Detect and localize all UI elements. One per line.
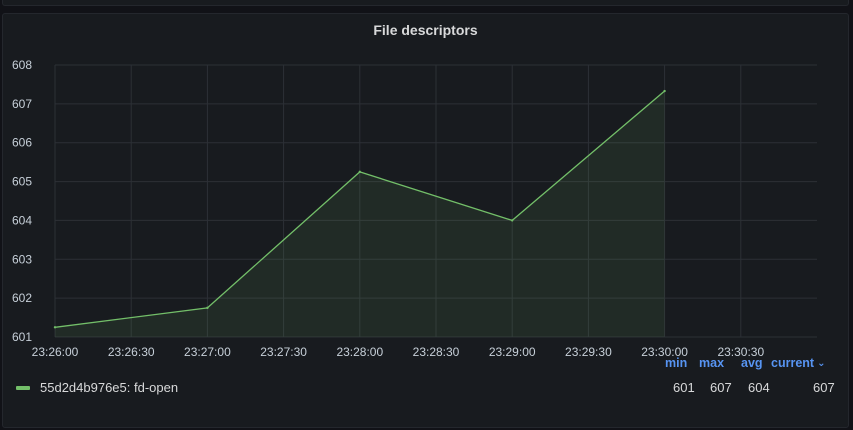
x-tick-label: 23:27:00 bbox=[184, 345, 231, 359]
y-tick-label: 603 bbox=[12, 252, 32, 266]
legend-header-current-group[interactable]: current ⌄ bbox=[771, 356, 825, 370]
x-tick-label: 23:26:30 bbox=[108, 345, 155, 359]
x-tick-label: 23:28:30 bbox=[413, 345, 460, 359]
data-point bbox=[358, 170, 361, 174]
y-tick-label: 605 bbox=[12, 175, 32, 189]
x-tick-label: 23:27:30 bbox=[260, 345, 307, 359]
legend-value-min: 601 bbox=[673, 380, 695, 395]
x-tick-label: 23:29:00 bbox=[489, 345, 536, 359]
x-tick-label: 23:28:00 bbox=[336, 345, 383, 359]
chart-svg: 601 602 603 604 605 606 607 608 23:26:00 23:26:30… bbox=[12, 58, 817, 359]
chevron-down-icon: ⌄ bbox=[817, 358, 826, 369]
y-tick-label: 607 bbox=[12, 97, 32, 111]
legend-value-avg: 604 bbox=[748, 380, 770, 395]
legend-header-current: current bbox=[771, 356, 815, 370]
legend-color-swatch[interactable] bbox=[16, 385, 30, 390]
y-tick-label: 602 bbox=[12, 291, 32, 305]
x-tick-label: 23:29:30 bbox=[565, 345, 612, 359]
data-point bbox=[206, 306, 209, 310]
legend-series[interactable]: 55d2d4b976e5: fd-open bbox=[16, 380, 178, 395]
legend-value-max: 607 bbox=[710, 380, 732, 395]
y-tick-label: 604 bbox=[12, 213, 32, 227]
legend-header-max[interactable]: max bbox=[699, 356, 724, 370]
x-tick-label: 23:26:00 bbox=[32, 345, 79, 359]
data-point bbox=[53, 326, 57, 329]
legend-header-min[interactable]: min bbox=[665, 356, 687, 370]
legend-series-label: 55d2d4b976e5: fd-open bbox=[40, 380, 179, 395]
y-tick-label: 606 bbox=[12, 136, 32, 150]
data-point bbox=[511, 219, 514, 222]
legend-header-avg[interactable]: avg bbox=[741, 356, 763, 370]
y-tick-label: 601 bbox=[12, 330, 32, 344]
data-point bbox=[663, 89, 666, 93]
y-tick-label: 608 bbox=[12, 58, 32, 72]
legend-value-current: 607 bbox=[813, 380, 835, 395]
